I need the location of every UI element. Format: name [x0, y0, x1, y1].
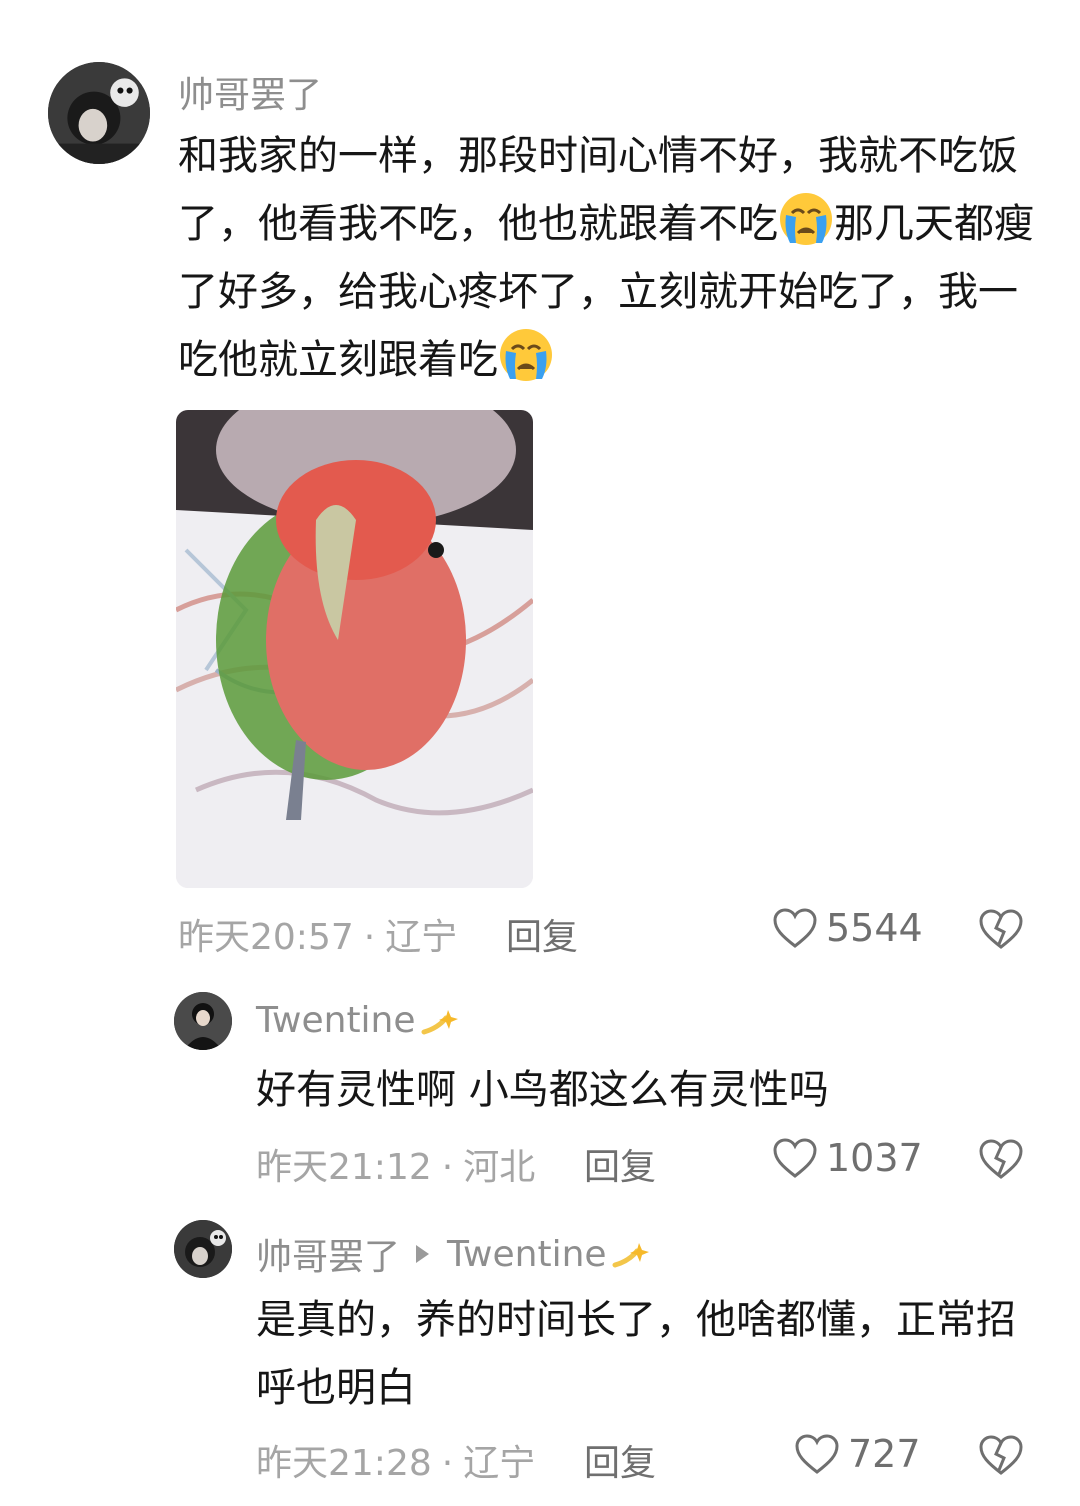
reply-button[interactable]: 回复	[584, 1434, 656, 1486]
meta-separator: ·	[363, 917, 376, 958]
comment-location: 辽宁	[385, 917, 458, 958]
like-button[interactable]: 1037	[772, 1136, 923, 1180]
comment-meta: 昨天21:12 · 河北	[256, 1138, 535, 1190]
comment-text: 是真的，养的时间长了，他啥都懂，正常招呼也明白	[256, 1297, 1016, 1411]
comment-location: 河北	[463, 1147, 536, 1188]
sparkle-icon	[421, 1009, 458, 1034]
broken-heart-icon[interactable]	[978, 908, 1024, 950]
broken-heart-icon[interactable]	[978, 1138, 1024, 1180]
comment-time: 昨天20:57	[178, 917, 354, 958]
reply-button[interactable]: 回复	[584, 1138, 656, 1190]
like-count: 1037	[826, 1136, 923, 1180]
heart-icon	[773, 908, 817, 948]
sparkle-icon	[612, 1243, 649, 1268]
comment-text: 好有灵性啊 小鸟都这么有灵性吗	[256, 1067, 829, 1113]
avatar[interactable]	[48, 62, 150, 164]
avatar[interactable]	[174, 1220, 232, 1278]
comment-username[interactable]: 帅哥罢了	[178, 66, 322, 118]
reply-to-username[interactable]: Twentine	[447, 1234, 607, 1275]
broken-heart-icon[interactable]	[978, 1434, 1024, 1476]
crying-face-icon	[780, 193, 832, 245]
reply-button[interactable]: 回复	[506, 908, 578, 960]
avatar[interactable]	[174, 992, 232, 1050]
meta-separator: ·	[441, 1147, 454, 1188]
comment-time: 昨天21:28	[256, 1443, 432, 1484]
username-text: Twentine	[256, 1000, 416, 1041]
comment-username[interactable]: 帅哥罢了 Twentine	[256, 1228, 655, 1280]
comment-time: 昨天21:12	[256, 1147, 432, 1188]
like-count: 727	[848, 1432, 921, 1476]
crying-face-icon	[500, 329, 552, 381]
comment-username[interactable]: Twentine	[256, 1000, 464, 1041]
meta-separator: ·	[441, 1443, 454, 1484]
username-text: 帅哥罢了	[256, 1237, 401, 1278]
comment-meta: 昨天20:57 · 辽宁	[178, 908, 457, 960]
parrot-photo[interactable]	[176, 410, 533, 888]
like-button[interactable]: 5544	[772, 906, 923, 950]
comment-text: 和我家的一样，那段时间心情不好，我就不吃饭了，他看我不吃，他也就跟着不吃 那几天都…	[178, 122, 1048, 394]
comment-location: 辽宁	[463, 1443, 536, 1484]
comment-meta: 昨天21:28 · 辽宁	[256, 1434, 535, 1486]
heart-icon	[773, 1138, 817, 1178]
heart-icon	[795, 1434, 839, 1474]
reply-arrow-icon	[416, 1245, 430, 1263]
like-button[interactable]: 727	[794, 1432, 921, 1476]
like-count: 5544	[826, 906, 923, 950]
